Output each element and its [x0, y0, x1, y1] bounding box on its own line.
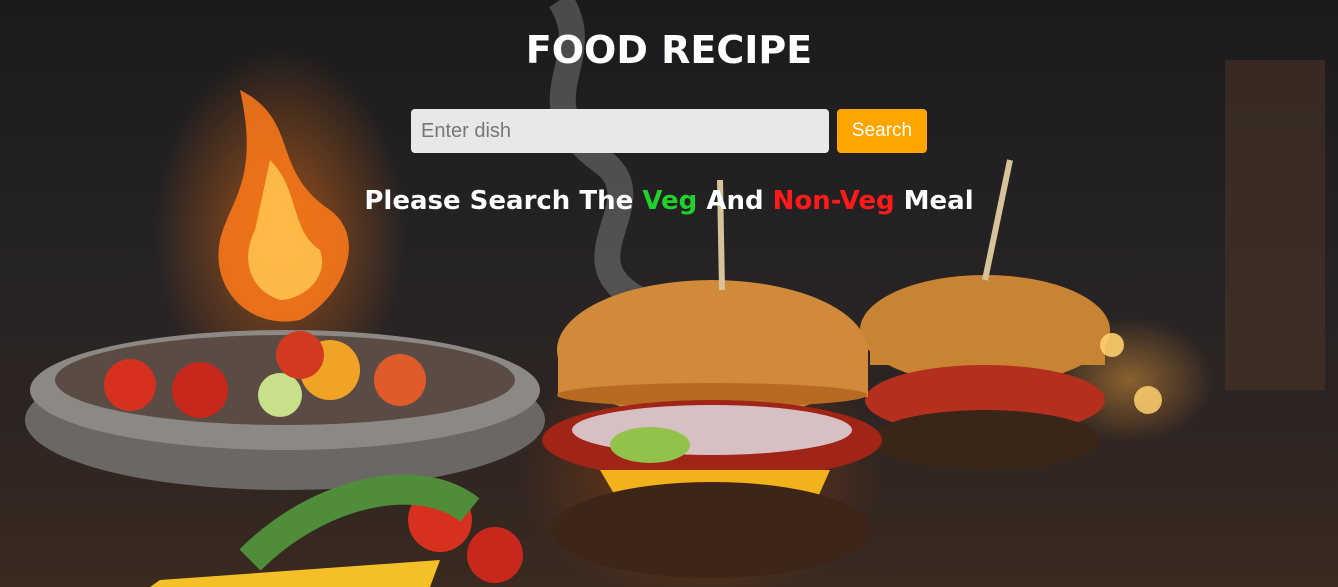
tagline-nonveg: Non-Veg — [772, 186, 895, 216]
tagline-text-2: And — [697, 186, 773, 216]
search-bar: Search — [411, 109, 927, 153]
hero-section: FOOD RECIPE Search Please Search The Veg… — [0, 0, 1338, 587]
tagline: Please Search The Veg And Non-Veg Meal — [0, 186, 1338, 216]
search-button[interactable]: Search — [837, 109, 927, 153]
search-input[interactable] — [411, 109, 829, 153]
tagline-veg: Veg — [642, 186, 698, 216]
burger-background-image — [25, 0, 1325, 587]
page-title: FOOD RECIPE — [525, 28, 813, 72]
tagline-text-1: Please Search The — [364, 186, 643, 216]
tagline-text-3: Meal — [894, 186, 974, 216]
